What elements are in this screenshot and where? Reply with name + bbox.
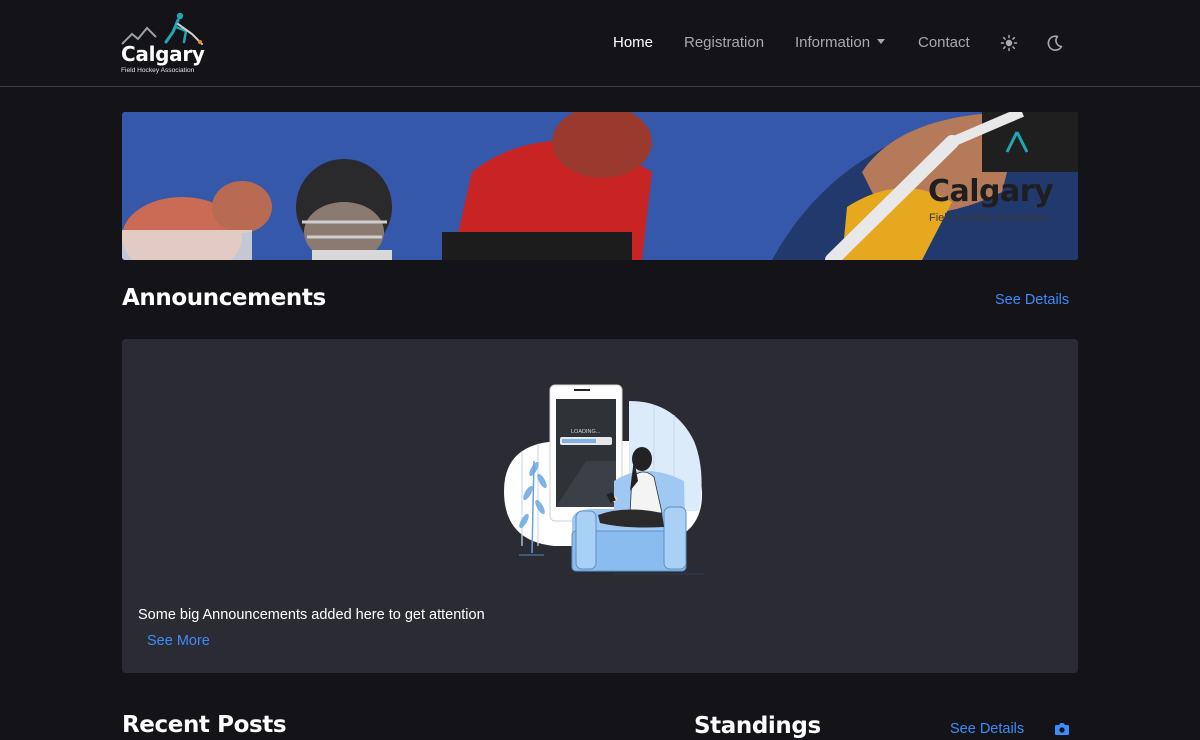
announcements-see-details-link[interactable]: See Details	[995, 292, 1069, 308]
brand-name: Calgary	[121, 42, 205, 66]
moon-icon	[1047, 35, 1063, 51]
loading-illustration: LOADING...	[504, 384, 704, 575]
see-more-link[interactable]: See More	[147, 633, 210, 649]
dark-mode-button[interactable]	[1045, 33, 1065, 53]
brand-subtitle: Field Hockey Association	[121, 67, 195, 74]
banner-logo-subtitle: Field Hockey Association	[929, 212, 1052, 224]
nav-information[interactable]: Information	[795, 34, 886, 54]
recent-posts-title: Recent Posts	[122, 712, 287, 738]
nav-home[interactable]: Home	[613, 34, 653, 54]
brand-logo[interactable]: Calgary Field Hockey Association	[120, 12, 206, 76]
announcement-body: Some big Announcements added here to get…	[138, 607, 485, 623]
chevron-down-icon	[877, 39, 886, 44]
banner-logo-name: Calgary	[928, 174, 1054, 209]
hero-banner: Calgary Field Hockey Association	[122, 112, 1078, 260]
camera-button[interactable]	[1054, 722, 1070, 736]
standings-see-details-link[interactable]: See Details	[950, 721, 1024, 737]
announcement-card: LOADING... Some big Announcements added …	[122, 339, 1078, 673]
announcements-title: Announcements	[122, 285, 326, 311]
nav-registration[interactable]: Registration	[684, 34, 764, 54]
nav-contact[interactable]: Contact	[918, 34, 970, 54]
loading-label: LOADING...	[571, 429, 601, 435]
nav-information-label: Information	[795, 34, 871, 51]
camera-icon	[1055, 723, 1069, 735]
standings-title: Standings	[694, 713, 821, 739]
navbar: Calgary Field Hockey Association Home Re…	[0, 0, 1200, 87]
sun-icon	[1000, 34, 1018, 52]
light-mode-button[interactable]	[999, 33, 1019, 53]
